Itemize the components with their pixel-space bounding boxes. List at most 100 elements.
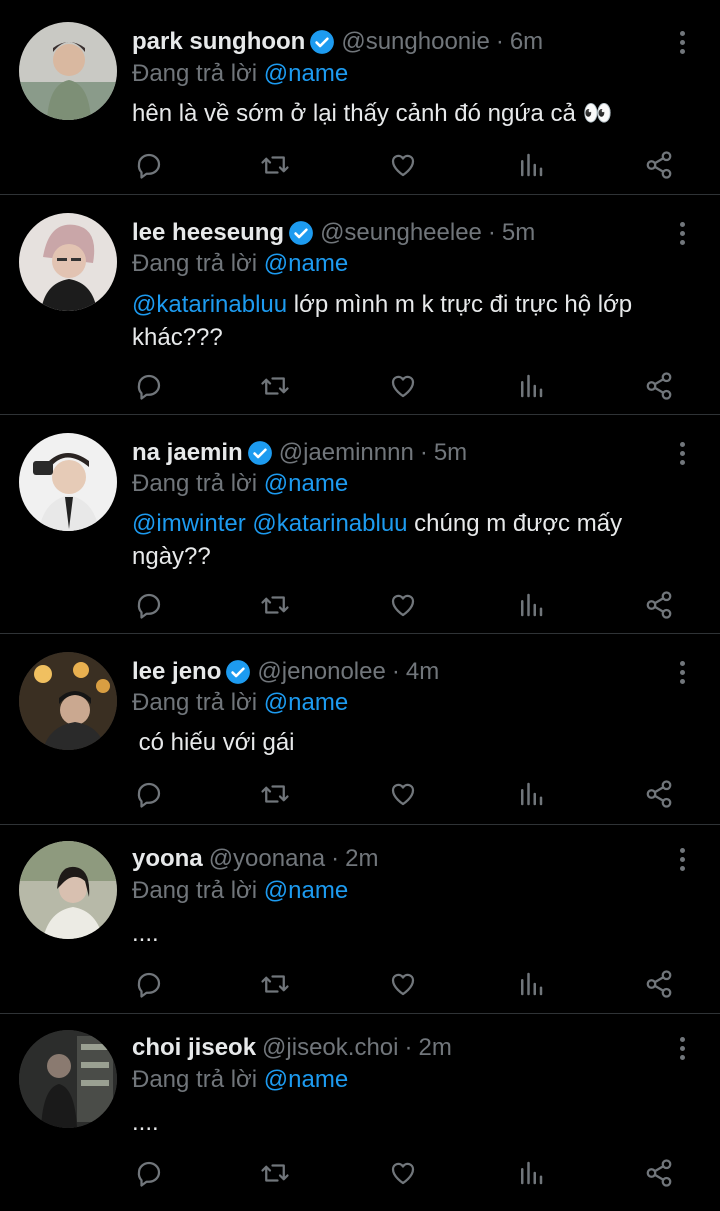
tweet[interactable]: lee jeno @jenonolee · 4m Đang trả lời @n… (0, 633, 720, 825)
views-icon[interactable] (516, 371, 546, 401)
handle[interactable]: @jaeminnnn (279, 439, 414, 467)
separator-dot: · (404, 1034, 413, 1061)
retweet-icon[interactable] (260, 590, 290, 620)
verified-badge-icon (310, 30, 335, 54)
more-icon[interactable] (674, 439, 690, 467)
verified-badge-icon (289, 221, 313, 245)
timestamp[interactable]: 5m (502, 219, 535, 247)
action-bar (132, 1158, 677, 1192)
views-icon[interactable] (516, 1158, 546, 1188)
replying-to: Đang trả lời @name (132, 470, 348, 498)
like-icon[interactable] (388, 150, 418, 180)
reply-icon[interactable] (134, 969, 164, 999)
more-icon[interactable] (674, 219, 690, 247)
reply-icon[interactable] (134, 779, 164, 809)
avatar[interactable] (19, 433, 117, 531)
handle[interactable]: @jenonolee (257, 658, 385, 686)
mention-link[interactable]: @katarinabluu (252, 510, 407, 537)
reply-icon[interactable] (134, 1158, 164, 1188)
share-icon[interactable] (644, 779, 674, 809)
display-name[interactable]: choi jiseok (132, 1034, 256, 1062)
reply-icon[interactable] (134, 150, 164, 180)
verified-badge-icon (247, 441, 272, 465)
action-bar (132, 150, 677, 184)
reply-mention-link[interactable]: @name (264, 1066, 348, 1093)
tweet[interactable]: lee heeseung @seungheelee · 5m Đang trả … (0, 194, 720, 415)
retweet-icon[interactable] (260, 371, 290, 401)
replying-label: Đang trả lời (132, 1066, 258, 1093)
share-icon[interactable] (644, 1158, 674, 1188)
timestamp[interactable]: 2m (345, 845, 378, 873)
more-icon[interactable] (674, 1034, 690, 1062)
avatar[interactable] (19, 841, 117, 939)
like-icon[interactable] (388, 590, 418, 620)
display-name[interactable]: park sunghoon (132, 28, 305, 56)
mention-link[interactable]: @katarinabluu (132, 291, 287, 318)
replying-label: Đang trả lời (132, 60, 258, 87)
replying-label: Đang trả lời (132, 877, 258, 904)
handle[interactable]: @yoonana (209, 845, 325, 873)
timestamp[interactable]: 6m (510, 28, 543, 56)
handle[interactable]: @jiseok.choi (262, 1034, 398, 1062)
replying-to: Đang trả lời @name (132, 689, 348, 717)
tweet-text-part: .... (132, 1109, 159, 1136)
share-icon[interactable] (644, 590, 674, 620)
like-icon[interactable] (388, 969, 418, 999)
tweet-header: park sunghoon @sunghoonie · 6m (132, 26, 543, 58)
reply-mention-link[interactable]: @name (264, 689, 348, 716)
avatar[interactable] (19, 1030, 117, 1128)
more-icon[interactable] (674, 28, 690, 56)
like-icon[interactable] (388, 1158, 418, 1188)
tweet-text: hên là về sớm ở lại thấy cảnh đó ngứa cả… (132, 97, 692, 130)
views-icon[interactable] (516, 590, 546, 620)
tweet[interactable]: na jaemin @jaeminnnn · 5m Đang trả lời @… (0, 414, 720, 634)
tweet[interactable]: choi jiseok @jiseok.choi · 2m Đang trả l… (0, 1013, 720, 1211)
retweet-icon[interactable] (260, 969, 290, 999)
display-name[interactable]: lee heeseung (132, 219, 284, 247)
separator-dot: · (495, 28, 504, 55)
views-icon[interactable] (516, 150, 546, 180)
display-name[interactable]: na jaemin (132, 439, 243, 467)
share-icon[interactable] (644, 150, 674, 180)
reply-mention-link[interactable]: @name (264, 877, 348, 904)
separator-dot: · (487, 219, 496, 246)
reply-mention-link[interactable]: @name (264, 250, 348, 277)
reply-mention-link[interactable]: @name (264, 60, 348, 87)
reply-icon[interactable] (134, 590, 164, 620)
like-icon[interactable] (388, 371, 418, 401)
display-name[interactable]: lee jeno (132, 658, 221, 686)
separator-dot: · (331, 845, 340, 872)
reply-mention-link[interactable]: @name (264, 470, 348, 497)
retweet-icon[interactable] (260, 150, 290, 180)
tweet[interactable]: park sunghoon @sunghoonie · 6m Đang trả … (0, 0, 720, 194)
timestamp[interactable]: 4m (406, 658, 439, 686)
more-icon[interactable] (674, 845, 690, 873)
separator-dot: · (419, 439, 428, 466)
retweet-icon[interactable] (260, 1158, 290, 1188)
avatar[interactable] (19, 22, 117, 120)
share-icon[interactable] (644, 371, 674, 401)
handle[interactable]: @sunghoonie (341, 28, 489, 56)
like-icon[interactable] (388, 779, 418, 809)
handle[interactable]: @seungheelee (320, 219, 482, 247)
action-bar (132, 590, 677, 624)
replying-label: Đang trả lời (132, 470, 258, 497)
timestamp[interactable]: 2m (418, 1034, 451, 1062)
replying-to: Đang trả lời @name (132, 60, 348, 88)
tweet-text-part: hên là về sớm ở lại thấy cảnh đó ngứa cả… (132, 100, 613, 127)
avatar[interactable] (19, 652, 117, 750)
verified-badge-icon (226, 660, 251, 684)
avatar[interactable] (19, 213, 117, 311)
action-bar (132, 969, 677, 1003)
more-icon[interactable] (674, 658, 690, 686)
views-icon[interactable] (516, 779, 546, 809)
mention-link[interactable]: @imwinter (132, 510, 246, 537)
tweet[interactable]: yoona @yoonana · 2m Đang trả lời @name .… (0, 824, 720, 1014)
display-name[interactable]: yoona (132, 845, 203, 873)
views-icon[interactable] (516, 969, 546, 999)
timestamp[interactable]: 5m (434, 439, 467, 467)
retweet-icon[interactable] (260, 779, 290, 809)
reply-icon[interactable] (134, 371, 164, 401)
share-icon[interactable] (644, 969, 674, 999)
replying-to: Đang trả lời @name (132, 1066, 348, 1094)
